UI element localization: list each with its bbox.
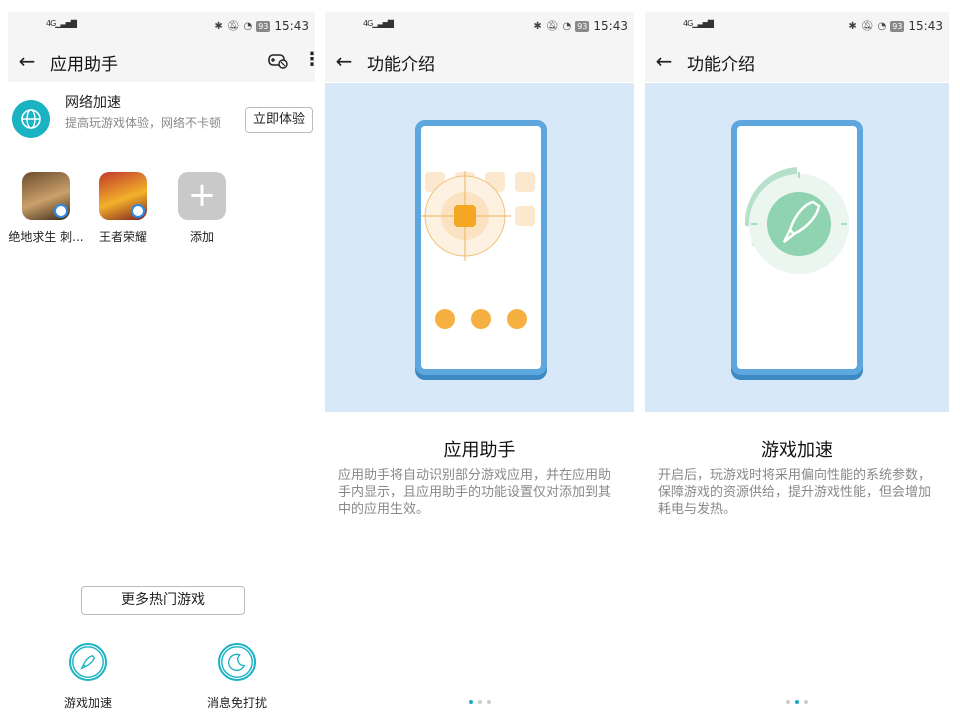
game-label: 绝地求生 刺... <box>8 230 84 244</box>
status-bar: 4G▁▃▅▇ ✱ 🔕︎ ◔ 93 15:43 <box>325 12 634 40</box>
accel-badge-icon <box>131 204 145 218</box>
page-title: 应用助手 <box>50 55 118 75</box>
illustration <box>645 83 949 412</box>
battery-icon: 93 <box>890 20 905 32</box>
game-list: 绝地求生 刺... 王者荣耀 + 添加 <box>8 170 315 250</box>
page-dot[interactable] <box>468 700 473 704</box>
more-games-button[interactable]: 更多热门游戏 <box>81 586 245 615</box>
game-item-pubg[interactable]: 绝地求生 刺... <box>8 170 86 245</box>
plus-icon: + <box>178 172 226 220</box>
status-time: 15:43 <box>274 19 309 33</box>
intro-title: 游戏加速 <box>761 440 833 461</box>
illustration <box>325 83 634 412</box>
mute-icon: 🔕︎ <box>860 20 874 32</box>
back-arrow-icon[interactable]: ← <box>331 48 357 74</box>
page-dot[interactable] <box>477 700 482 704</box>
battery-icon: 93 <box>256 20 271 32</box>
signal-icon: 4G▁▃▅▇ <box>363 19 394 28</box>
page-dot[interactable] <box>486 700 491 704</box>
intro-description: 开启后，玩游戏时将采用偏向性能的系统参数，保障游戏的资源供给，提升游戏性能，但会… <box>658 468 932 517</box>
app-detect-illustration <box>419 171 535 329</box>
accel-title: 网络加速 <box>65 95 121 111</box>
feature-label: 消息免打扰 <box>206 696 267 710</box>
feature-intro-screen-1: 4G▁▃▅▇ ✱ 🔕︎ ◔ 93 15:43 ← 功能介绍 应用助手 应用助手将… <box>325 0 634 720</box>
accel-subtitle: 提高玩游戏体验，网络不卡顿 <box>65 116 222 130</box>
page-title: 功能介绍 <box>687 55 755 75</box>
pubg-app-icon <box>22 172 70 220</box>
phone-illustration <box>415 120 547 375</box>
add-label: 添加 <box>189 230 214 244</box>
game-label: 王者荣耀 <box>98 230 147 244</box>
page-dot[interactable] <box>804 700 808 704</box>
try-now-button[interactable]: 立即体验 <box>245 107 313 133</box>
game-accel-feature[interactable]: 游戏加速 <box>38 643 138 711</box>
speed-icon: ◔ <box>562 20 572 32</box>
bluetooth-icon: ✱ <box>533 20 542 32</box>
game-accel-illustration <box>744 167 849 274</box>
page-indicator <box>645 700 949 704</box>
intro-description: 应用助手将自动识别部分游戏应用，并在应用助手内显示，且应用助手的功能设置仅对添加… <box>338 468 612 517</box>
signal-icon: 4G▁▃▅▇ <box>46 19 77 28</box>
app-assistant-screen: 4G▁▃▅▇ ✱ 🔕︎ ◔ 93 15:43 ← 应用助手 ⋮ 网络加速 提高玩… <box>8 0 315 720</box>
moon-icon <box>218 643 256 681</box>
title-bar: ← 功能介绍 <box>645 40 949 82</box>
more-options-icon[interactable]: ⋮ <box>303 50 315 70</box>
feature-intro-screen-2: 4G▁▃▅▇ ✱ 🔕︎ ◔ 93 15:43 ← 功能介绍 游戏加速 开启后，玩… <box>645 0 949 720</box>
speed-icon: ◔ <box>877 20 887 32</box>
intro-title: 应用助手 <box>443 440 516 461</box>
back-arrow-icon[interactable]: ← <box>14 48 40 74</box>
page-indicator <box>325 700 634 704</box>
status-time: 15:43 <box>593 19 628 33</box>
battery-icon: 93 <box>575 20 590 32</box>
dnd-feature[interactable]: 消息免打扰 <box>187 643 287 711</box>
feature-label: 游戏加速 <box>63 696 112 710</box>
signal-icon: 4G▁▃▅▇ <box>683 19 714 28</box>
rocket-icon <box>69 643 107 681</box>
accel-badge-icon <box>54 204 68 218</box>
page-dot[interactable] <box>786 700 790 704</box>
network-accel-row: 网络加速 提高玩游戏体验，网络不卡顿 立即体验 <box>8 90 315 150</box>
status-bar: 4G▁▃▅▇ ✱ 🔕︎ ◔ 93 15:43 <box>645 12 949 40</box>
status-bar: 4G▁▃▅▇ ✱ 🔕︎ ◔ 93 15:43 <box>8 12 315 40</box>
speed-icon: ◔ <box>243 20 253 32</box>
title-bar: ← 功能介绍 <box>325 40 634 82</box>
game-item-honor-of-kings[interactable]: 王者荣耀 <box>83 170 163 245</box>
honor-of-kings-app-icon <box>99 172 147 220</box>
status-time: 15:43 <box>908 19 943 33</box>
back-arrow-icon[interactable]: ← <box>651 48 677 74</box>
bluetooth-icon: ✱ <box>214 20 223 32</box>
page-title: 功能介绍 <box>367 55 435 75</box>
title-bar: ← 应用助手 ⋮ <box>8 40 315 82</box>
mute-icon: 🔕︎ <box>545 20 559 32</box>
add-game-button[interactable]: + 添加 <box>162 170 242 245</box>
phone-illustration <box>731 120 863 375</box>
globe-icon <box>12 100 50 138</box>
mute-icon: 🔕︎ <box>226 20 240 32</box>
page-dot[interactable] <box>795 700 799 704</box>
game-settings-icon[interactable] <box>267 49 289 71</box>
bluetooth-icon: ✱ <box>848 20 857 32</box>
